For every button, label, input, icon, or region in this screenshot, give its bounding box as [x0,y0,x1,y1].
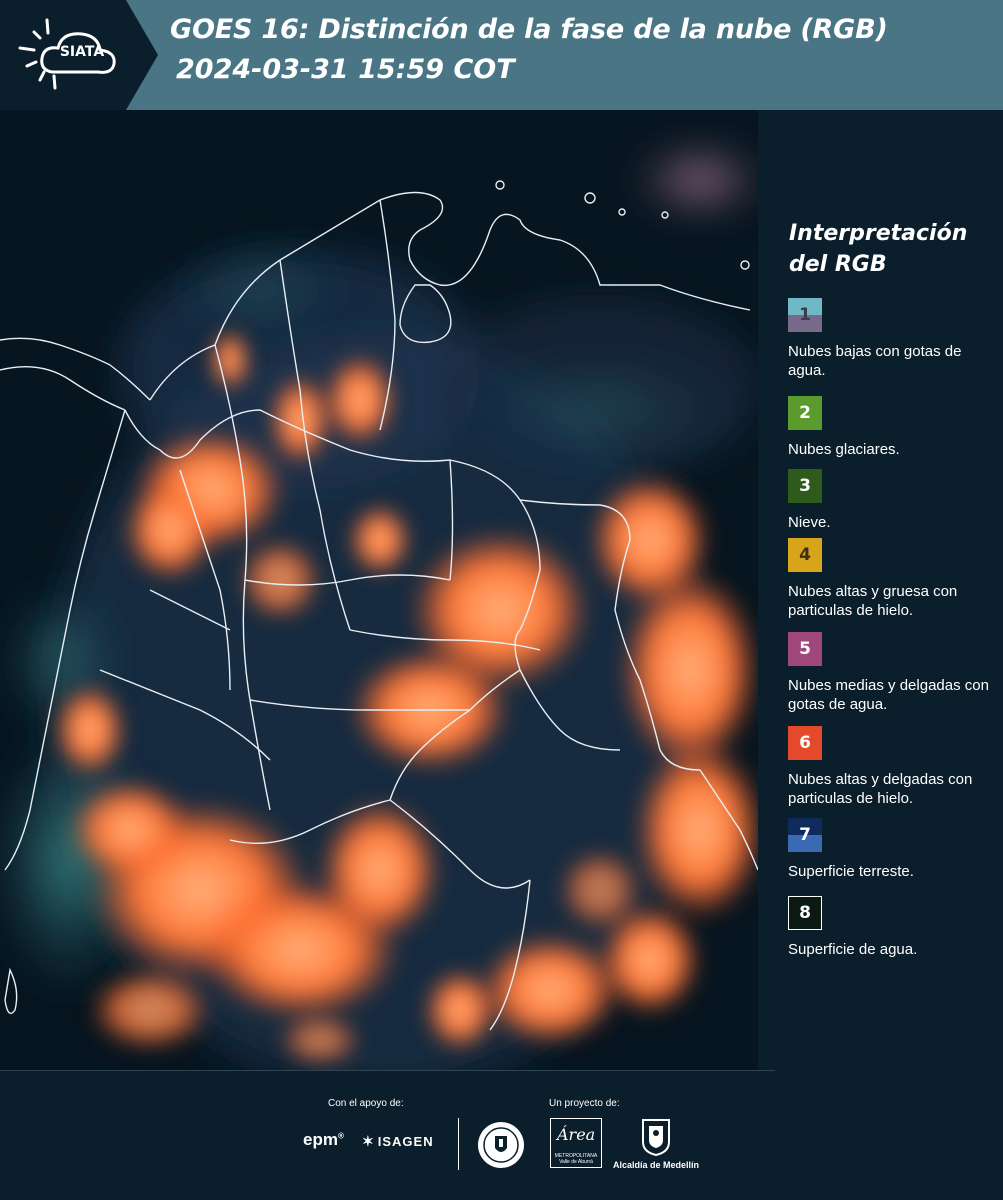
legend-swatch-number: 4 [799,545,811,565]
legend-item-label: Nieve. [788,514,831,531]
legend-swatch-number: 7 [799,825,811,845]
legend-item-label: Superficie terreste. [788,863,914,880]
project-label: Un proyecto de: [549,1098,620,1109]
satellite-map [0,110,758,1070]
legend-swatch: 8 [788,896,822,930]
area-logo-script: Área [557,1125,596,1144]
epm-logo-text: epm [303,1130,338,1149]
isagen-star-icon: ✶ [362,1133,375,1149]
legend-swatch-number: 1 [799,305,811,325]
legend-swatch-number: 6 [799,733,811,753]
legend-swatch-number: 3 [799,476,811,496]
university-seal-icon [478,1122,524,1168]
legend-swatch: 4 [788,538,822,572]
legend-item-label: Superficie de agua. [788,941,918,958]
alcaldia-label: Alcaldía de Medellín [613,1160,700,1170]
legend-swatch-number: 5 [799,639,811,659]
legend-item-label: Nubes altas y gruesa con particulas de h… [788,583,958,619]
legend-swatch: 5 [788,632,822,666]
legend-item-label: Nubes bajas con gotas de agua. [788,343,962,379]
legend-swatch: 6 [788,726,822,760]
support-label: Con el apoyo de: [328,1098,404,1109]
legend-swatch: 2 [788,396,822,430]
page-title: GOES 16: Distinción de la fase de la nub… [170,14,888,45]
legend-swatch-number: 8 [799,903,811,923]
page-timestamp: 2024-03-31 15:59 COT [176,54,515,85]
isagen-logo-text: ISAGEN [377,1134,434,1149]
legend-swatch: 7 [788,818,822,852]
footer-rule [0,1070,775,1071]
satellite-image [0,110,758,1070]
siata-logo-text: SIATA [59,44,105,60]
legend-swatch-number: 2 [799,403,811,423]
header: SIATA GOES 16: Distinción de la fase de … [0,0,1003,110]
area-metropolitana-logo: Área METROPOLITANA Valle de Aburrá [550,1118,602,1168]
legend-item-label: Nubes glaciares. [788,441,900,458]
legend-item-label: Nubes altas y delgadas con particulas de… [788,771,973,807]
legend-swatch: 1 [788,298,822,332]
alcaldia-crest-icon [642,1119,670,1156]
legend-swatch: 3 [788,469,822,503]
siata-logo-panel: SIATA [0,0,158,110]
footer-divider [458,1118,459,1170]
isagen-logo: ✶ ISAGEN [362,1133,434,1150]
epm-logo: epm® [303,1130,344,1150]
legend-panel: Interpretación del RGB 1 Nubes bajas con… [760,110,1003,1070]
area-logo-caption: METROPOLITANA Valle de Aburrá [554,1153,598,1165]
legend-item-label: Nubes medias y delgadas con gotas de agu… [788,677,989,713]
footer: Con el apoyo de: Un proyecto de: epm® ✶ I… [0,1070,1003,1200]
legend-title: Interpretación del RGB [789,221,968,277]
epm-logo-mark: ® [337,1131,344,1141]
